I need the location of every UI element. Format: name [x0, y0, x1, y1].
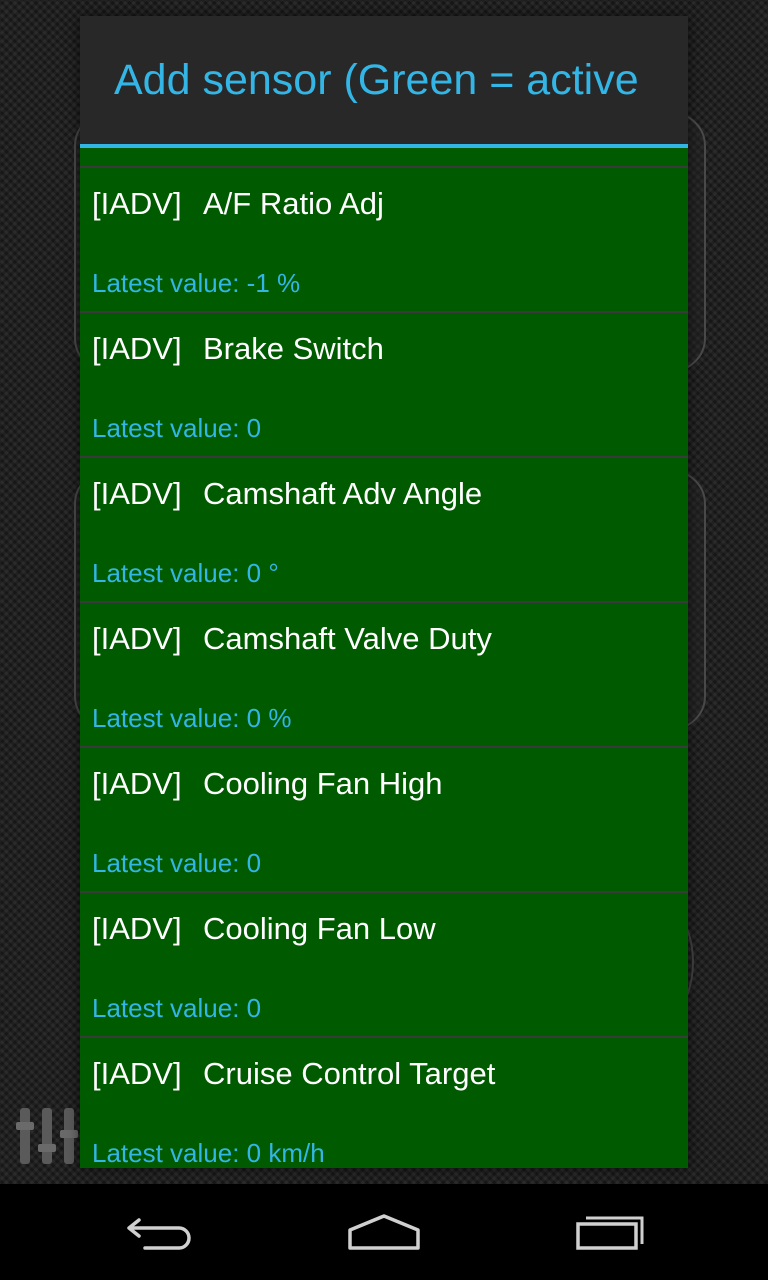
back-button[interactable]: [100, 1202, 220, 1262]
equalizer-icon: [14, 1104, 84, 1168]
sensor-item-cooling-fan-high[interactable]: [IADV] Cooling Fan High Latest value: 0: [80, 748, 688, 893]
sensor-latest-value: Latest value: 0 °: [92, 558, 279, 588]
add-sensor-dialog: Add sensor (Green = active [IADV] A/F Ra…: [80, 16, 688, 1168]
recent-apps-button[interactable]: [550, 1202, 670, 1262]
sensor-item-camshaft-adv-angle[interactable]: [IADV] Camshaft Adv Angle Latest value: …: [80, 458, 688, 603]
sensor-item-cruise-control-target[interactable]: [IADV] Cruise Control Target Latest valu…: [80, 1038, 688, 1168]
sensor-name: Cruise Control Target: [203, 1056, 496, 1091]
sensor-latest-value: Latest value: -1 %: [92, 268, 301, 298]
sensor-item-cooling-fan-low[interactable]: [IADV] Cooling Fan Low Latest value: 0: [80, 893, 688, 1038]
sensor-latest-value: Latest value: 0: [92, 413, 262, 443]
screen: Add sensor (Green = active [IADV] A/F Ra…: [0, 0, 768, 1280]
sensor-tag: [IADV]: [92, 621, 182, 656]
home-icon: [348, 1214, 420, 1250]
sensor-name: Camshaft Valve Duty: [203, 621, 492, 656]
sensor-item-af-ratio-adj[interactable]: [IADV] A/F Ratio Adj Latest value: -1 %: [80, 168, 688, 313]
sensor-tag: [IADV]: [92, 911, 182, 946]
sensor-name: Cooling Fan High: [203, 766, 443, 801]
dialog-title: Add sensor (Green = active: [114, 56, 639, 104]
sensor-name: A/F Ratio Adj: [203, 186, 384, 221]
sensor-item-camshaft-valve-duty[interactable]: [IADV] Camshaft Valve Duty Latest value:…: [80, 603, 688, 748]
sensor-tag: [IADV]: [92, 1056, 182, 1091]
sensor-tag: [IADV]: [92, 476, 182, 511]
navigation-bar: [0, 1184, 768, 1280]
home-button[interactable]: [324, 1202, 444, 1262]
sensor-tag: [IADV]: [92, 331, 182, 366]
sensor-name: Brake Switch: [203, 331, 384, 366]
sensor-latest-value: Latest value: 0 %: [92, 703, 292, 733]
sensor-latest-value: Latest value: 0: [92, 993, 262, 1023]
back-icon: [127, 1218, 191, 1250]
sensor-list[interactable]: [IADV] A/F Ratio Adj Latest value: -1 % …: [80, 148, 688, 1168]
sensor-tag: [IADV]: [92, 766, 182, 801]
sensor-item-brake-switch[interactable]: [IADV] Brake Switch Latest value: 0: [80, 313, 688, 458]
sensor-latest-value: Latest value: 0 km/h: [92, 1138, 325, 1168]
dialog-header: Add sensor (Green = active: [80, 16, 688, 148]
recent-apps-icon: [576, 1216, 644, 1250]
list-item-partial[interactable]: [80, 148, 688, 168]
sensor-name: Camshaft Adv Angle: [203, 476, 483, 511]
sensor-name: Cooling Fan Low: [203, 911, 436, 946]
sensor-tag: [IADV]: [92, 186, 182, 221]
sensor-latest-value: Latest value: 0: [92, 848, 262, 878]
